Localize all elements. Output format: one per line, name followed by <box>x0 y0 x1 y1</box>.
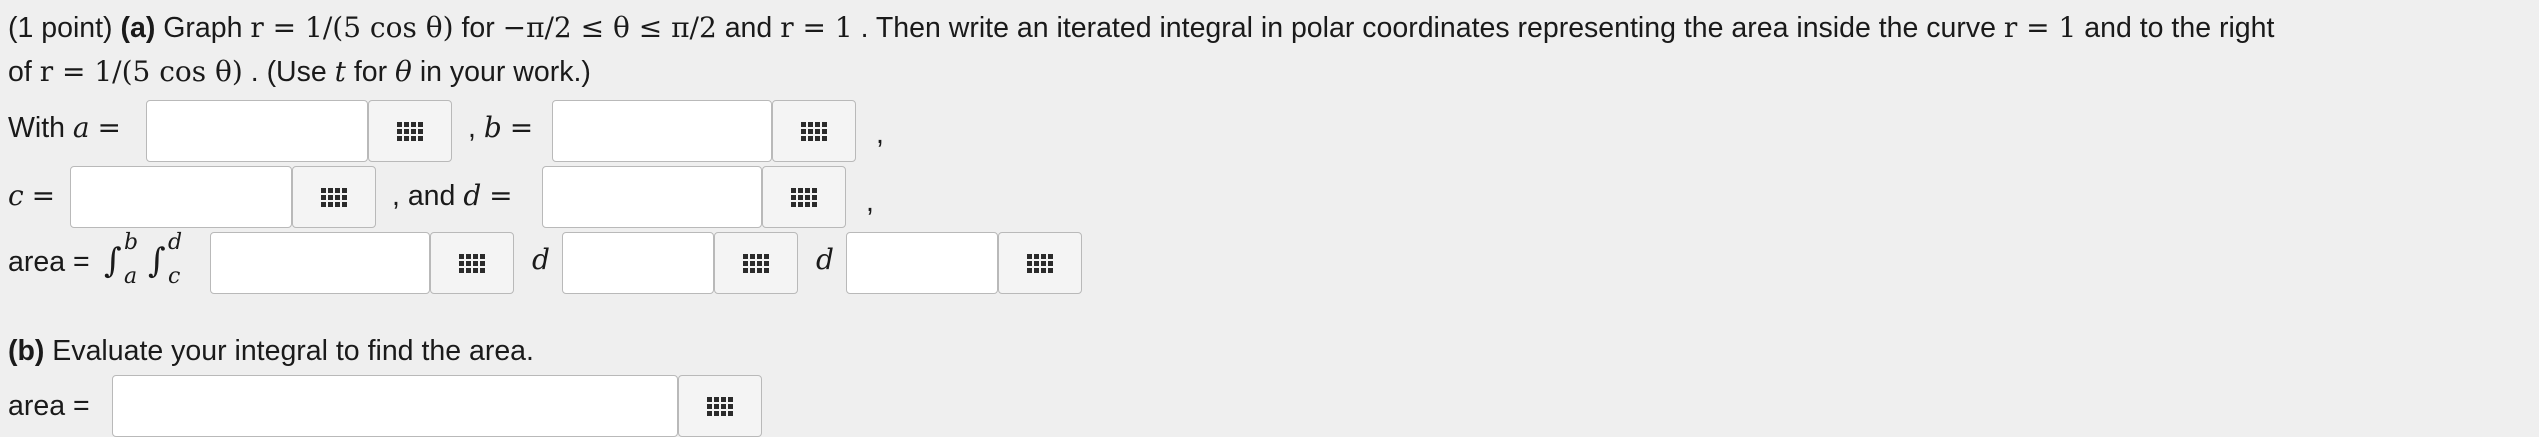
text: and <box>724 12 781 44</box>
math-var: c <box>8 179 24 212</box>
math-expr: r = 1/(5 cos θ) <box>250 11 454 44</box>
text: Graph <box>163 12 251 44</box>
points-label: (1 point) <box>8 12 113 44</box>
area-label: area = <box>8 246 90 278</box>
part-b-prompt: (b) Evaluate your integral to find the a… <box>8 337 534 366</box>
grid-palette-icon <box>791 187 817 207</box>
problem-statement-line2: of r = 1/(5 cos θ) . (Use t for θ in you… <box>8 58 591 87</box>
grid-palette-icon <box>743 253 769 273</box>
text: for <box>461 12 503 44</box>
d-palette-button[interactable] <box>762 166 846 228</box>
math-var: t <box>334 55 346 88</box>
area-b-label: area = <box>8 390 90 422</box>
with-a-label: With a = <box>8 114 121 143</box>
b-input[interactable] <box>552 100 772 162</box>
grid-palette-icon <box>397 121 423 141</box>
first-variable-palette-button[interactable] <box>714 232 798 294</box>
trailing-comma: , <box>866 186 874 218</box>
integral-sign: ∫ <box>104 241 122 281</box>
math-var: b <box>483 111 502 144</box>
area-input[interactable] <box>112 375 678 437</box>
second-variable-input[interactable] <box>846 232 998 294</box>
text: in your work.) <box>419 56 591 88</box>
text: Evaluate your integral to find the area. <box>44 335 534 367</box>
c-input[interactable] <box>70 166 292 228</box>
math-expr: = <box>509 111 534 144</box>
grid-palette-icon <box>707 396 733 416</box>
math-expr: = <box>489 179 513 212</box>
lower-limit-a: a <box>124 264 138 289</box>
trailing-comma: , <box>876 118 884 150</box>
math-var: a <box>72 111 90 144</box>
d-input[interactable] <box>542 166 762 228</box>
math-expr: r = 1 <box>2003 11 2077 44</box>
math-expr: r = 1/(5 cos θ) <box>39 55 243 88</box>
text: for <box>353 56 396 88</box>
b-palette-button[interactable] <box>772 100 856 162</box>
area-palette-button[interactable] <box>678 375 762 437</box>
second-variable-palette-button[interactable] <box>998 232 1082 294</box>
text: of <box>8 56 40 88</box>
b-label: , b = <box>468 114 533 143</box>
math-expr: −π/2 ≤ θ ≤ π/2 <box>502 11 717 44</box>
a-palette-button[interactable] <box>368 100 452 162</box>
text: With <box>8 112 73 144</box>
part-a-label: (a) <box>120 12 156 44</box>
grid-palette-icon <box>459 253 485 273</box>
math-var: θ <box>395 55 412 88</box>
integrand-input[interactable] <box>210 232 430 294</box>
text: and to the right <box>2084 12 2275 44</box>
math-expr: = <box>97 111 122 144</box>
differential-d-2: d <box>816 243 834 276</box>
text: , <box>468 112 476 144</box>
text: , and <box>392 180 464 212</box>
part-b-label: (b) <box>8 335 45 367</box>
problem-statement-line1: (1 point) (a) Graph r = 1/(5 cos θ) for … <box>8 14 2274 43</box>
text: . Then write an iterated integral in pol… <box>860 12 2004 44</box>
first-variable-input[interactable] <box>562 232 714 294</box>
c-label: c = <box>8 182 55 211</box>
integral-sign: ∫ <box>148 241 166 281</box>
and-d-label: , and d = <box>392 182 513 211</box>
math-expr: = <box>31 179 56 212</box>
upper-limit-d: d <box>168 230 183 255</box>
grid-palette-icon <box>1027 253 1053 273</box>
grid-palette-icon <box>321 187 347 207</box>
grid-palette-icon <box>801 121 827 141</box>
math-expr: r = 1 <box>780 11 853 44</box>
c-palette-button[interactable] <box>292 166 376 228</box>
lower-limit-c: c <box>168 264 181 289</box>
text: . (Use <box>250 56 335 88</box>
integrand-palette-button[interactable] <box>430 232 514 294</box>
upper-limit-b: b <box>124 230 139 255</box>
differential-d-1: d <box>532 243 550 276</box>
double-integral: ∫ b a ∫ d c <box>104 232 200 292</box>
math-var: d <box>463 179 482 212</box>
a-input[interactable] <box>146 100 368 162</box>
